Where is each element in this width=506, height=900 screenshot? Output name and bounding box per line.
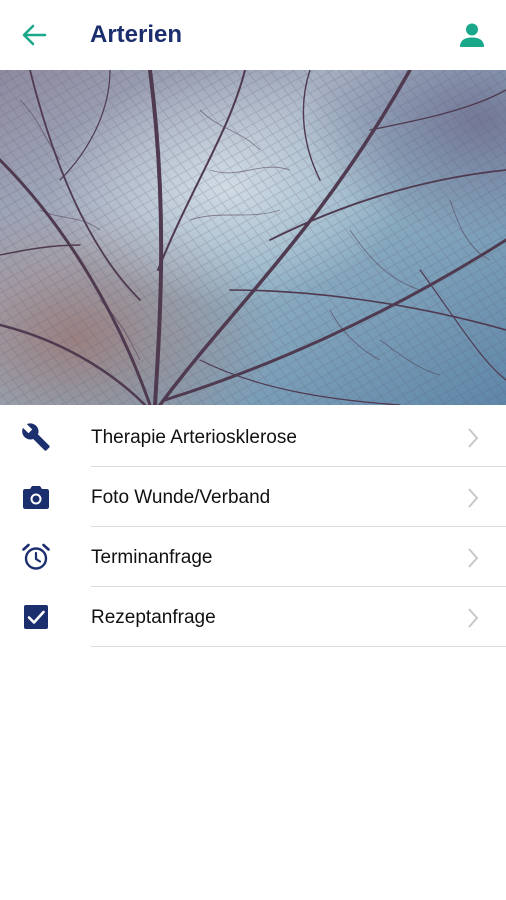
menu-item-foto[interactable]: Foto Wunde/Verband xyxy=(0,467,506,527)
chevron-right-icon xyxy=(468,548,479,568)
wrench-icon xyxy=(20,421,52,453)
chevron-right-icon xyxy=(468,608,479,628)
arrow-left-icon xyxy=(22,24,47,46)
hero-leaf-image xyxy=(0,70,506,405)
menu-item-label: Rezeptanfrage xyxy=(91,607,216,628)
person-icon xyxy=(460,23,484,47)
page-title: Arterien xyxy=(90,21,183,48)
leaf-image xyxy=(0,70,506,405)
menu-item-rezept[interactable]: Rezeptanfrage xyxy=(0,587,506,647)
divider xyxy=(91,646,506,647)
menu-list: Therapie Arteriosklerose Foto Wunde/Verb… xyxy=(0,407,506,647)
profile-button[interactable] xyxy=(454,17,490,53)
chevron-right-icon xyxy=(468,428,479,448)
menu-item-label: Therapie Arteriosklerose xyxy=(91,427,297,448)
camera-icon xyxy=(20,481,52,513)
menu-item-therapie[interactable]: Therapie Arteriosklerose xyxy=(0,407,506,467)
menu-item-label: Foto Wunde/Verband xyxy=(91,487,271,508)
app-header: Arterien xyxy=(0,0,506,70)
back-button[interactable] xyxy=(14,17,54,53)
menu-item-termin[interactable]: Terminanfrage xyxy=(0,527,506,587)
app-screen: Arterien Therapie Arteriosklerose Foto W… xyxy=(0,0,506,900)
chevron-right-icon xyxy=(468,488,479,508)
alarm-clock-icon xyxy=(20,541,52,573)
menu-item-label: Terminanfrage xyxy=(91,547,213,568)
checkbox-icon xyxy=(20,601,52,633)
